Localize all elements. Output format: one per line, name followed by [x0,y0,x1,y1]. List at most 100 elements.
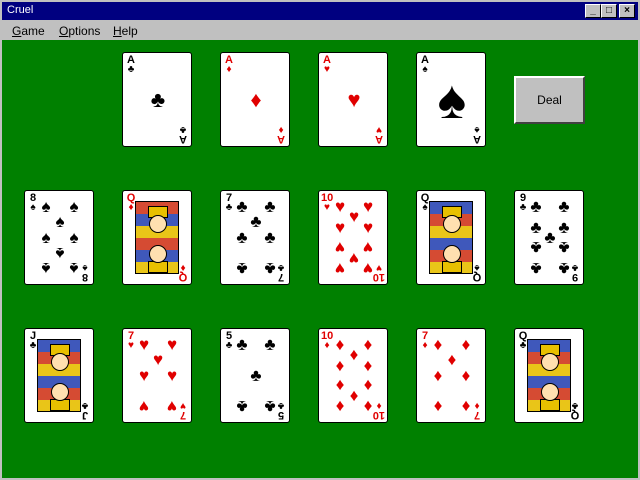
playing-card[interactable]: 7 ♥ 7 ♥ ♥ ♥ ♥ ♥ ♥ ♥ ♥ [122,328,192,423]
card-index: A ♠ [471,124,483,145]
heart-icon: ♥ [138,397,150,416]
playing-card[interactable]: 9 ♣ 9 ♣ ♣ ♣ ♣ ♣ ♣ ♣ ♣ ♣ ♣ [514,190,584,285]
court-figure [135,201,179,274]
club-icon: ♣ [264,228,276,247]
court-figure [527,339,571,412]
court-face [541,353,559,371]
court-face [51,353,69,371]
playing-card[interactable]: 10 ♦ 10 ♦ ♦ ♦ ♦ ♦ ♦ ♦ ♦ ♦ ♦ ♦ [318,328,388,423]
card-index: A ♦ [275,124,287,145]
heart-icon: ♥ [362,259,374,278]
diamond-icon: ♦ [335,397,345,416]
menu-game-accel: G [12,24,22,38]
playing-card[interactable]: Q ♠ Q ♠ [416,190,486,285]
heart-icon: ♥ [166,366,178,385]
diamond-icon: ♦ [363,356,373,375]
spade-icon: ♠ [422,64,428,75]
court-face [149,215,167,233]
playing-card[interactable]: 5 ♣ 5 ♣ ♣ ♣ ♣ ♣ ♣ [220,328,290,423]
heart-icon: ♥ [324,64,330,75]
heart-icon: ♥ [347,87,361,112]
diamond-icon: ♦ [363,397,373,416]
heart-icon: ♥ [334,218,346,237]
title-bar[interactable]: Cruel _ □ × [2,2,638,20]
club-icon: ♣ [530,238,542,257]
court-figure [429,201,473,274]
diamond-icon: ♦ [433,366,443,385]
playing-card[interactable]: J ♣ J ♣ [24,328,94,423]
menu-game-rest: ame [21,24,45,38]
club-icon: ♣ [250,212,262,231]
minimize-button[interactable]: _ [585,4,601,18]
menu-help-accel: H [113,24,122,38]
card-index: A ♦ [223,55,235,75]
maximize-button[interactable]: □ [601,4,617,18]
menu-help[interactable]: Help [113,24,138,38]
menu-options-rest: ptions [68,24,101,38]
card-index: A ♣ [177,124,189,145]
spade-icon: ♠ [69,228,79,247]
playing-card[interactable]: 7 ♦ 7 ♦ ♦ ♦ ♦ ♦ ♦ ♦ ♦ [416,328,486,423]
court-face [51,383,69,401]
club-icon: ♣ [236,397,248,416]
playing-card[interactable]: 8 ♠ 8 ♠ ♠ ♠ ♠ ♠ ♠ ♠ ♠ ♠ [24,190,94,285]
club-icon: ♣ [558,238,570,257]
club-icon: ♣ [264,259,276,278]
diamond-icon: ♦ [461,397,471,416]
card-index: A ♥ [321,55,333,75]
club-icon: ♣ [558,259,570,278]
playing-card[interactable]: Q ♣ Q ♣ [514,328,584,423]
card-index: A ♣ [125,55,137,75]
club-icon: ♣ [127,64,135,75]
playing-card[interactable]: A ♥ A ♥ ♥ [318,52,388,147]
club-icon: ♣ [179,124,187,135]
close-button[interactable]: × [619,4,635,18]
spade-icon: ♠ [41,259,51,278]
club-icon: ♣ [530,259,542,278]
diamond-icon: ♦ [433,397,443,416]
game-felt: Deal A ♣ A ♣ ♣ A ♦ A ♦ ♦ A ♥ A ♥ ♥ A ♠ A ♠ ♠ 8 ♠ 8 ♠ ♠ ♠ ♠ ♠ ♠ ♠ ♠ ♠ Q ♦ Q… [2,40,638,478]
playing-card[interactable]: A ♣ A ♣ ♣ [122,52,192,147]
menu-bar: Game Options Help [2,21,638,40]
club-icon: ♣ [264,335,276,354]
heart-icon: ♥ [166,397,178,416]
club-icon: ♣ [236,228,248,247]
spade-icon: ♠ [69,259,79,278]
club-icon: ♣ [558,197,570,216]
playing-card[interactable]: A ♦ A ♦ ♦ [220,52,290,147]
spade-icon: ♠ [437,70,467,130]
diamond-icon: ♦ [461,366,471,385]
court-face [443,245,461,263]
menu-options-accel: O [59,24,69,38]
court-figure [37,339,81,412]
heart-icon: ♥ [152,350,164,369]
playing-card[interactable]: 7 ♣ 7 ♣ ♣ ♣ ♣ ♣ ♣ ♣ ♣ [220,190,290,285]
club-icon: ♣ [530,197,542,216]
menu-game[interactable]: Game [12,24,45,38]
court-face [443,215,461,233]
heart-icon: ♥ [362,218,374,237]
heart-icon: ♥ [138,366,150,385]
playing-card[interactable]: A ♠ A ♠ ♠ [416,52,486,147]
playing-card[interactable]: 10 ♥ 10 ♥ ♥ ♥ ♥ ♥ ♥ ♥ ♥ ♥ ♥ ♥ [318,190,388,285]
heart-icon: ♥ [334,259,346,278]
diamond-icon: ♦ [226,64,232,75]
club-icon: ♣ [236,335,248,354]
club-icon: ♣ [150,87,166,112]
diamond-icon: ♦ [447,350,457,369]
window-title: Cruel [7,4,34,16]
game-window: Cruel _ □ × Game Options Help Deal A ♣ A ♣ ♣… [0,0,640,480]
diamond-icon: ♦ [335,356,345,375]
card-index: A ♥ [373,124,385,145]
court-face [541,383,559,401]
card-index: A ♠ [419,55,431,75]
playing-card[interactable]: Q ♦ Q ♦ [122,190,192,285]
deal-button[interactable]: Deal [514,76,585,124]
menu-options[interactable]: Options [59,24,100,38]
club-icon: ♣ [236,259,248,278]
diamond-icon: ♦ [250,87,262,112]
court-face [149,245,167,263]
spade-icon: ♠ [41,228,51,247]
club-icon: ♣ [250,366,262,385]
club-icon: ♣ [264,397,276,416]
